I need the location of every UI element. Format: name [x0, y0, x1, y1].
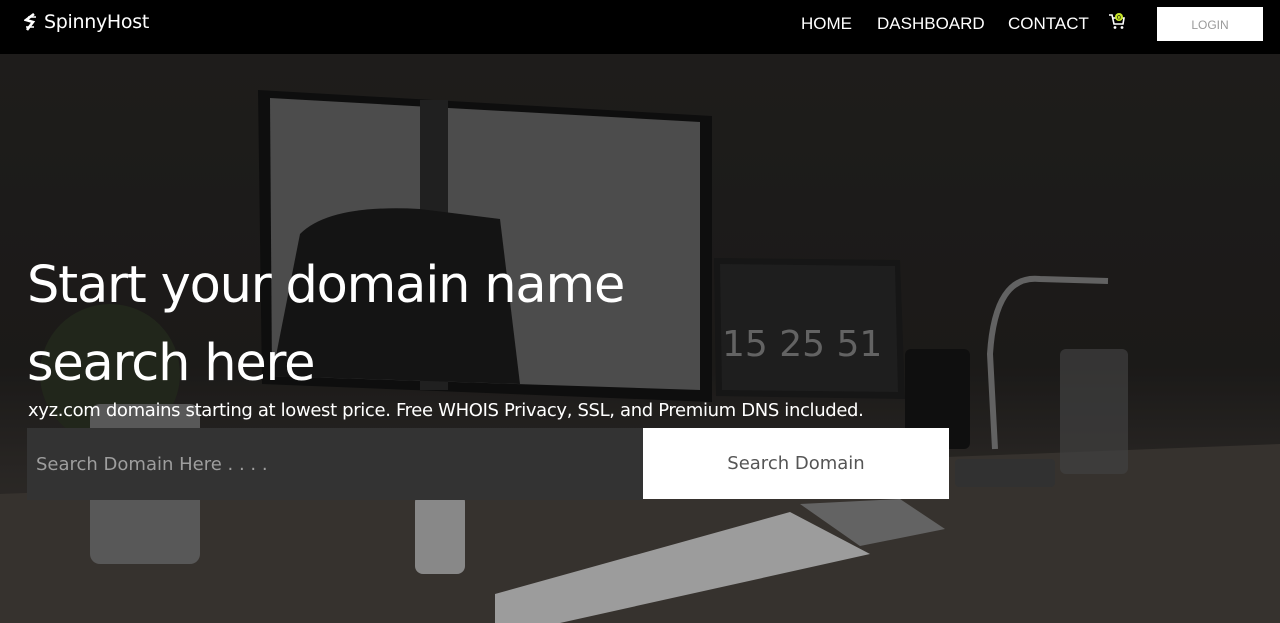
- hero-headline-line2: search here: [27, 334, 316, 393]
- nav-contact-link[interactable]: CONTACT: [1008, 14, 1089, 34]
- top-navbar: SpinnyHost HOME DASHBOARD CONTACT 0 LOGI…: [0, 0, 1280, 54]
- hero-subline: xyz.com domains starting at lowest price…: [28, 400, 864, 421]
- brand-name: SpinnyHost: [44, 11, 149, 33]
- s-logo-icon: [24, 13, 36, 31]
- cart-button[interactable]: 0: [1108, 12, 1128, 36]
- nav-dashboard-link[interactable]: DASHBOARD: [877, 14, 985, 34]
- nav-home-link[interactable]: HOME: [801, 14, 852, 34]
- hero-section: 15 25 51 Start your domain name search h…: [0, 54, 1280, 623]
- domain-search-input[interactable]: [27, 428, 643, 500]
- hero-headline: Start your domain name search here: [27, 247, 727, 403]
- login-button[interactable]: LOGIN: [1157, 7, 1263, 41]
- hero-headline-line1: Start your domain name: [27, 256, 625, 315]
- brand-logo[interactable]: SpinnyHost: [24, 11, 149, 33]
- search-domain-button[interactable]: Search Domain: [643, 428, 949, 499]
- cart-icon: 0: [1109, 13, 1125, 29]
- cart-count-badge: 0: [1117, 13, 1121, 21]
